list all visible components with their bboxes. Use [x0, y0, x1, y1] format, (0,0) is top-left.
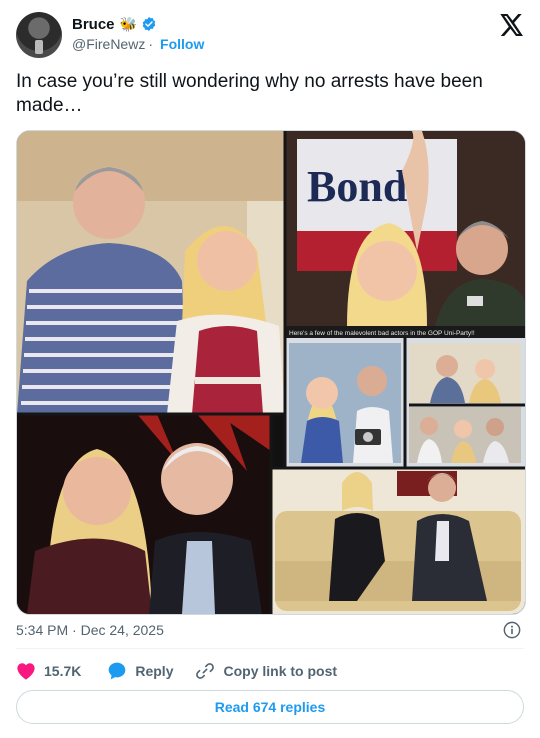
photo-top-left: [17, 131, 285, 414]
copy-link-label: Copy link to post: [223, 663, 338, 679]
photo-bottom-right: [271, 468, 525, 614]
author-name-row: Bruce 🐝: [72, 14, 157, 34]
author-handle-row: @FireNewz · Follow: [72, 36, 204, 52]
divider: [16, 648, 524, 649]
heart-icon: [17, 663, 35, 680]
rally-sign-text: Bondi: [307, 162, 420, 211]
author-avatar[interactable]: [16, 12, 62, 58]
collage-caption: Here's a few of the malevolent bad actor…: [289, 330, 475, 337]
bee-emoji: 🐝: [119, 15, 137, 32]
separator-dot: ·: [148, 36, 154, 52]
collage-graphic: Bondi Here's a few of the malevolent bad…: [17, 131, 525, 614]
reply-bubble-icon: [109, 662, 126, 680]
like-count: 15.7K: [44, 663, 82, 679]
x-logo-icon[interactable]: [500, 14, 524, 36]
avatar-detail: [35, 40, 43, 54]
tweet-timestamp[interactable]: 5:34 PM · Dec 24, 2025: [16, 622, 164, 638]
reply-button[interactable]: Reply: [107, 661, 173, 681]
info-icon[interactable]: [503, 621, 521, 639]
tweet-text: In case you’re still wondering why no ar…: [16, 71, 483, 116]
link-icon: [196, 663, 215, 679]
photo-bottom-left: [17, 414, 271, 614]
verified-badge-icon: [142, 17, 156, 31]
caption-strip: Here's a few of the malevolent bad actor…: [285, 326, 525, 338]
author-handle[interactable]: @FireNewz: [72, 36, 145, 52]
reply-label: Reply: [135, 663, 174, 679]
tweet-actions: 15.7K Reply Copy link to post: [16, 660, 337, 682]
author-name[interactable]: Bruce: [72, 16, 115, 33]
like-button[interactable]: 15.7K: [16, 662, 81, 680]
read-replies-button[interactable]: Read 674 replies: [16, 690, 524, 724]
photo-top-right: Bondi: [285, 131, 525, 326]
follow-link[interactable]: Follow: [160, 36, 204, 52]
copy-link-button[interactable]: Copy link to post: [195, 661, 337, 681]
tweet-embed-card: Bruce 🐝 @FireNewz · Follow In case you’r…: [0, 0, 540, 738]
tweet-image-collage[interactable]: Bondi Here's a few of the malevolent bad…: [16, 130, 526, 615]
